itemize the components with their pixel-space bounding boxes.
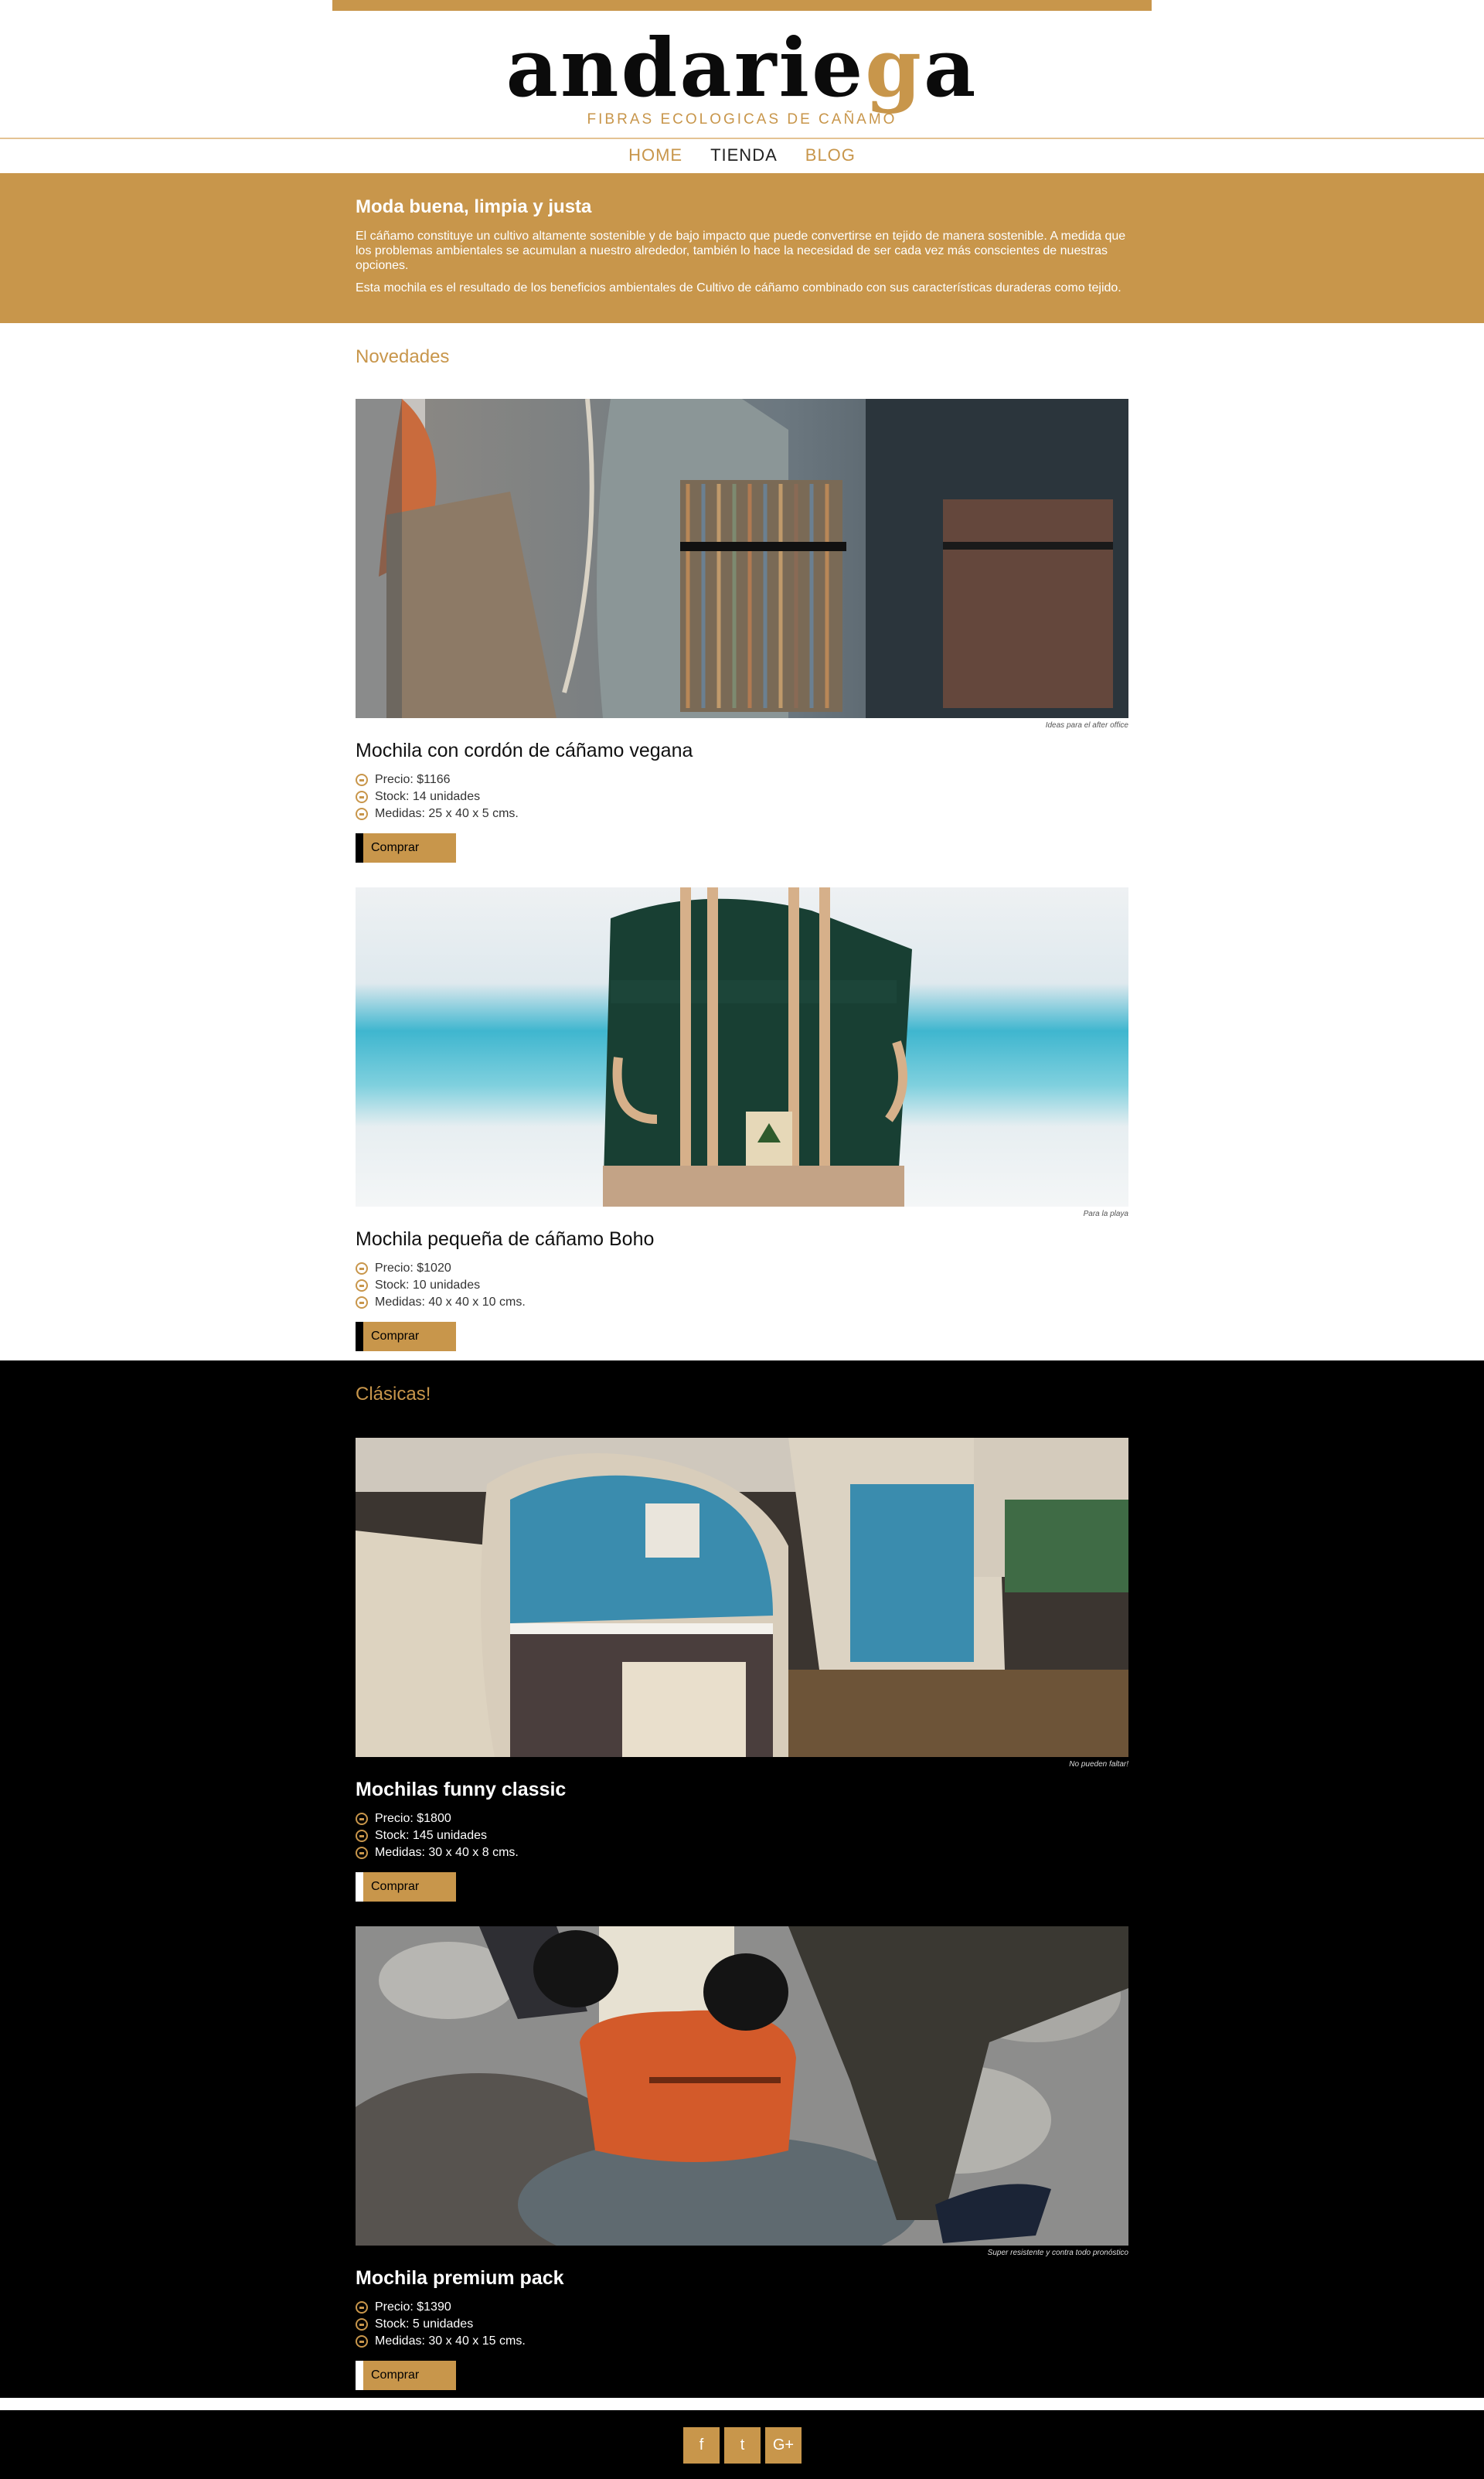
product-card: No pueden faltar! Mochilas funny classic… — [356, 1438, 1128, 1902]
spec-price: Precio: $1166 — [356, 771, 1128, 788]
buy-button[interactable]: Comprar — [356, 1322, 456, 1351]
product-photo-funny-classic — [356, 1438, 1128, 1757]
buy-button[interactable]: Comprar — [356, 1872, 456, 1902]
product-specs: Precio: $1800 Stock: 145 unidades Medida… — [356, 1810, 1128, 1861]
bullet-icon — [356, 2335, 368, 2348]
photo-caption: Para la playa — [1083, 1210, 1128, 1218]
bullet-icon — [356, 1813, 368, 1825]
photo-caption: No pueden faltar! — [1069, 1760, 1128, 1769]
product-name: Mochila pequeña de cáñamo Boho — [356, 1228, 655, 1250]
brand-logo[interactable]: andariega FIBRAS ECOLOGICAS DE CAÑAMO — [0, 20, 1484, 128]
bullet-icon — [356, 791, 368, 803]
spec-size: Medidas: 30 x 40 x 15 cms. — [356, 2333, 1128, 2350]
hero-paragraph: Esta mochila es el resultado de los bene… — [356, 281, 1122, 295]
spec-price: Precio: $1390 — [356, 2299, 1128, 2316]
hero-banner: Moda buena, limpia y justa El cáñamo con… — [0, 173, 1484, 323]
nav-item-tienda[interactable]: TIENDA — [710, 145, 778, 165]
nav-divider-top — [0, 138, 1484, 139]
spec-size: Medidas: 30 x 40 x 8 cms. — [356, 1844, 1128, 1861]
spec-stock: Stock: 14 unidades — [356, 788, 1128, 805]
nav-item-home[interactable]: HOME — [628, 145, 682, 165]
bullet-icon — [356, 1296, 368, 1309]
bullet-icon — [356, 774, 368, 786]
product-photo[interactable] — [356, 1438, 1128, 1757]
buy-button[interactable]: Comprar — [356, 2361, 456, 2390]
section-title-clasicas: Clásicas! — [356, 1384, 431, 1405]
footer-spacer — [0, 2398, 1484, 2410]
bullet-icon — [356, 2301, 368, 2314]
product-photo-premium-pack — [356, 1926, 1128, 2246]
social-links: f t G+ — [683, 2427, 802, 2464]
product-name: Mochilas funny classic — [356, 1779, 567, 1800]
bullet-icon — [356, 808, 368, 820]
product-name: Mochila con cordón de cáñamo vegana — [356, 740, 693, 761]
google-plus-icon[interactable]: G+ — [765, 2427, 802, 2464]
product-card: Ideas para el after office Mochila con c… — [356, 399, 1128, 863]
product-specs: Precio: $1020 Stock: 10 unidades Medidas… — [356, 1260, 1128, 1311]
photo-caption: Super resistente y contra todo pronóstic… — [987, 2249, 1128, 2257]
bullet-icon — [356, 1847, 368, 1859]
spec-stock: Stock: 5 unidades — [356, 2316, 1128, 2333]
spec-size: Medidas: 25 x 40 x 5 cms. — [356, 805, 1128, 822]
spec-price: Precio: $1020 — [356, 1260, 1128, 1277]
section-title-novedades: Novedades — [356, 346, 450, 367]
hero-paragraph: El cáñamo constituye un cultivo altament… — [356, 230, 1126, 272]
spec-size: Medidas: 40 x 40 x 10 cms. — [356, 1294, 1128, 1311]
spec-stock: Stock: 10 unidades — [356, 1277, 1128, 1294]
logo-wordmark: andariega — [505, 20, 979, 115]
product-photo[interactable] — [356, 887, 1128, 1207]
nav-item-blog[interactable]: BLOG — [805, 145, 856, 165]
classics-section: Clásicas! No pueden faltar! Mochilas fun… — [0, 1360, 1484, 2398]
product-name: Mochila premium pack — [356, 2267, 564, 2289]
product-specs: Precio: $1390 Stock: 5 unidades Medidas:… — [356, 2299, 1128, 2350]
product-photo[interactable] — [356, 399, 1128, 718]
bullet-icon — [356, 1262, 368, 1275]
facebook-icon[interactable]: f — [683, 2427, 720, 2464]
product-photo[interactable] — [356, 1926, 1128, 2246]
product-specs: Precio: $1166 Stock: 14 unidades Medidas… — [356, 771, 1128, 822]
main-nav: HOME TIENDA BLOG — [0, 141, 1484, 170]
top-accent-bar — [332, 0, 1152, 11]
product-photo-boho-backpack — [356, 887, 1128, 1207]
photo-caption: Ideas para el after office — [1045, 721, 1128, 730]
spec-price: Precio: $1800 — [356, 1810, 1128, 1827]
site-footer: f t G+ — [0, 2410, 1484, 2479]
logo-tagline: FIBRAS ECOLOGICAS DE CAÑAMO — [587, 111, 897, 128]
buy-button[interactable]: Comprar — [356, 833, 456, 863]
bullet-icon — [356, 1830, 368, 1842]
twitter-icon[interactable]: t — [724, 2427, 761, 2464]
bullet-icon — [356, 1279, 368, 1292]
product-card: Super resistente y contra todo pronóstic… — [356, 1926, 1128, 2390]
bullet-icon — [356, 2318, 368, 2331]
hero-title: Moda buena, limpia y justa — [356, 196, 592, 217]
product-card: Para la playa Mochila pequeña de cáñamo … — [356, 887, 1128, 1351]
spec-stock: Stock: 145 unidades — [356, 1827, 1128, 1844]
product-photo-drawcord-backpack — [356, 399, 1128, 718]
